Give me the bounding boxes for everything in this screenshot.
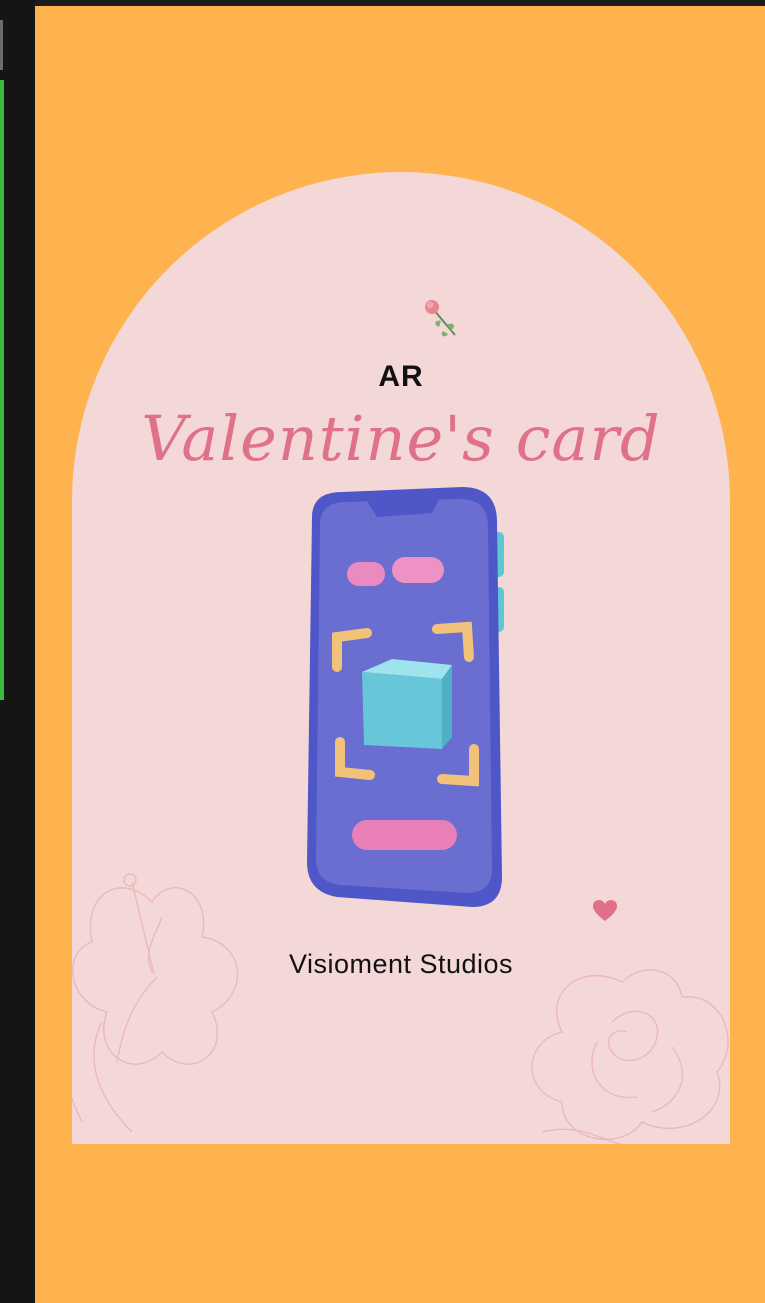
eyebrow-label: AR bbox=[378, 360, 424, 393]
heart-icon bbox=[593, 900, 617, 921]
card-canvas: AR Valentine's card Visioment Studios bbox=[35, 6, 765, 1303]
studio-name: Visioment Studios bbox=[288, 949, 514, 979]
left-edge-green-segment bbox=[0, 80, 4, 700]
card-title: Valentine's card bbox=[141, 402, 661, 475]
rose-icon bbox=[425, 300, 456, 337]
left-edge-panel bbox=[0, 0, 35, 1303]
hibiscus-outline-icon bbox=[72, 873, 239, 1133]
phone-ar-cube-illustration bbox=[307, 487, 504, 907]
left-edge-grey-segment bbox=[0, 20, 3, 70]
arch-panel: AR Valentine's card Visioment Studios bbox=[72, 172, 730, 1144]
